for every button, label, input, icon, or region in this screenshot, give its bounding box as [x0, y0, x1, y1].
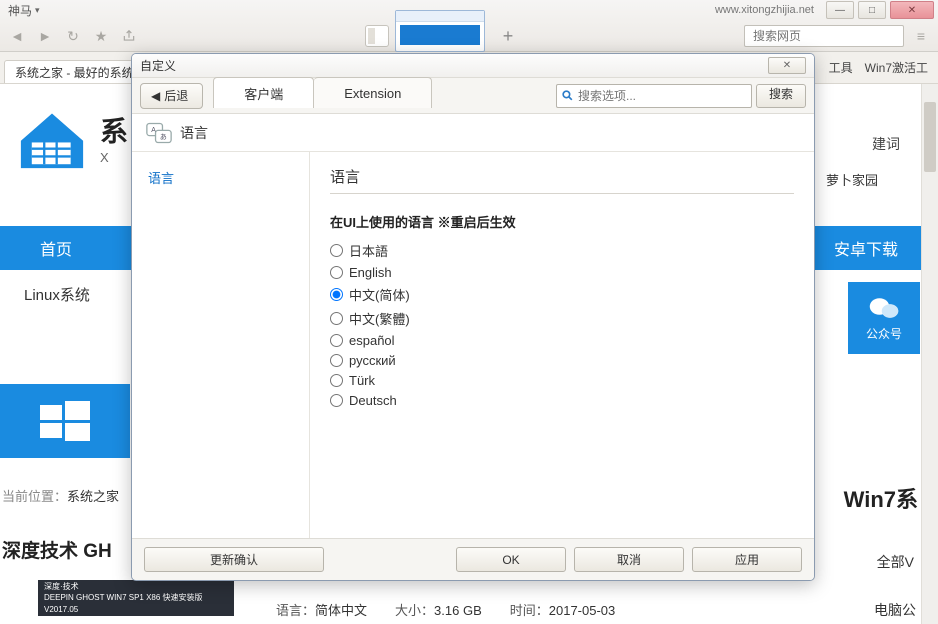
update-confirm-button[interactable]: 更新确认: [144, 547, 324, 572]
dialog-sidebar: 语言: [132, 152, 310, 538]
url-display: www.xitongzhijia.net: [715, 4, 814, 16]
wechat-icon: [869, 295, 899, 321]
section-title: 语言: [330, 166, 794, 194]
wechat-widget[interactable]: 公众号: [848, 282, 920, 354]
back-button[interactable]: ◀ 后退: [140, 83, 203, 109]
field-label: 在UI上使用的语言 ※重启后生效: [330, 212, 794, 231]
ok-button[interactable]: OK: [456, 547, 566, 572]
dialog-tabs: 客户端 Extension: [213, 77, 432, 107]
back-arrow-icon: ◀: [151, 89, 160, 103]
tab-thumbnail[interactable]: [395, 10, 485, 52]
window-maximize-button[interactable]: □: [858, 1, 886, 19]
new-tab-button[interactable]: +: [497, 25, 519, 47]
nav-linux[interactable]: Linux系统: [24, 284, 90, 305]
nav-reload-button[interactable]: ↻: [62, 25, 84, 47]
win7-heading: Win7系: [844, 482, 918, 514]
options-search-box[interactable]: [556, 84, 752, 108]
nav-forward-button[interactable]: ►: [34, 25, 56, 47]
apply-button[interactable]: 应用: [692, 547, 802, 572]
breadcrumb: 当前位置：系统之家: [2, 486, 119, 505]
search-icon: [561, 89, 574, 102]
radio-chinese-traditional[interactable]: 中文(繁體): [330, 309, 794, 328]
radio-chinese-simplified[interactable]: 中文(简体): [330, 285, 794, 304]
nav-back-button[interactable]: ◄: [6, 25, 28, 47]
house-logo-icon: [12, 102, 92, 172]
svg-text:あ: あ: [160, 133, 167, 141]
radio-japanese[interactable]: 日本語: [330, 241, 794, 260]
windows-band[interactable]: [0, 384, 130, 458]
web-search-box[interactable]: [744, 25, 904, 47]
panel-toggle-button[interactable]: [365, 25, 389, 47]
language-radio-group: 日本語 English 中文(简体) 中文(繁體) español русски…: [330, 241, 794, 408]
radio-russian[interactable]: русский: [330, 353, 794, 368]
deepin-thumbnail[interactable]: 深度·技术 DEEPIN GHOST WIN7 SP1 X86 快速安装版 V2…: [38, 580, 234, 616]
dialog-close-button[interactable]: ✕: [768, 57, 806, 74]
share-icon: [122, 29, 136, 43]
section-header: Aあ 语言: [132, 114, 814, 152]
menu-button[interactable]: ≡: [910, 25, 932, 47]
breadcrumb-link[interactable]: 系统之家: [67, 489, 119, 504]
window-minimize-button[interactable]: —: [826, 1, 854, 19]
windows-icon: [40, 401, 90, 441]
logo-subtext: X: [100, 150, 128, 165]
page-tab[interactable]: 系统之家 - 最好的系统: [4, 60, 145, 84]
browser-chrome: 神马 www.xitongzhijia.net — □ ✕ ◄ ► ↻ ★ + …: [0, 0, 938, 52]
web-search-input[interactable]: [753, 29, 908, 43]
dialog-toolbar: ◀ 后退 客户端 Extension 搜索: [132, 78, 814, 114]
nav-bookmark-button[interactable]: ★: [90, 25, 112, 47]
meta-row: 语言：简体中文 大小：3.16 GB 时间：2017-05-03: [276, 600, 615, 619]
radio-german[interactable]: Deutsch: [330, 393, 794, 408]
all-link[interactable]: 全部V: [877, 552, 914, 572]
tab-extension[interactable]: Extension: [314, 77, 432, 108]
dialog-titlebar: 自定义 ✕: [132, 54, 814, 78]
cancel-button[interactable]: 取消: [574, 547, 684, 572]
vertical-scrollbar[interactable]: [921, 84, 938, 624]
sidebar-item-language[interactable]: 语言: [148, 164, 293, 191]
app-menu[interactable]: 神马: [4, 2, 40, 19]
nav-share-button[interactable]: [118, 25, 140, 47]
preferences-dialog: 自定义 ✕ ◀ 后退 客户端 Extension 搜索 Aあ 语言 语言 语言 …: [131, 53, 815, 581]
article-title[interactable]: 深度技术 GH: [2, 536, 112, 563]
nav-toolbar: ◄ ► ↻ ★ + ≡: [0, 20, 938, 52]
options-search-button[interactable]: 搜索: [756, 84, 806, 108]
logo-text: 系: [100, 110, 128, 150]
pc-label: 电脑公: [874, 600, 916, 620]
tab-client[interactable]: 客户端: [213, 77, 314, 108]
tabstrip-link-tools[interactable]: 工具: [829, 59, 853, 76]
nav-home[interactable]: 首页: [0, 236, 72, 260]
language-icon: Aあ: [146, 122, 172, 144]
site-logo[interactable]: 系 X: [12, 102, 128, 172]
radio-spanish[interactable]: español: [330, 333, 794, 348]
dialog-title: 自定义: [140, 57, 176, 74]
nav-link[interactable]: 萝卜家园: [826, 170, 878, 189]
wechat-label: 公众号: [866, 325, 902, 342]
window-close-button[interactable]: ✕: [890, 1, 934, 19]
radio-english[interactable]: English: [330, 265, 794, 280]
options-search-input[interactable]: [578, 89, 747, 103]
tabstrip-link-win7[interactable]: Win7激活工: [865, 59, 928, 76]
dialog-footer: 更新确认 OK 取消 应用: [132, 538, 814, 580]
radio-turkish[interactable]: Türk: [330, 373, 794, 388]
hot-keywords-label: 建词: [872, 134, 900, 154]
dialog-main: 语言 在UI上使用的语言 ※重启后生效 日本語 English 中文(简体) 中…: [310, 152, 814, 538]
